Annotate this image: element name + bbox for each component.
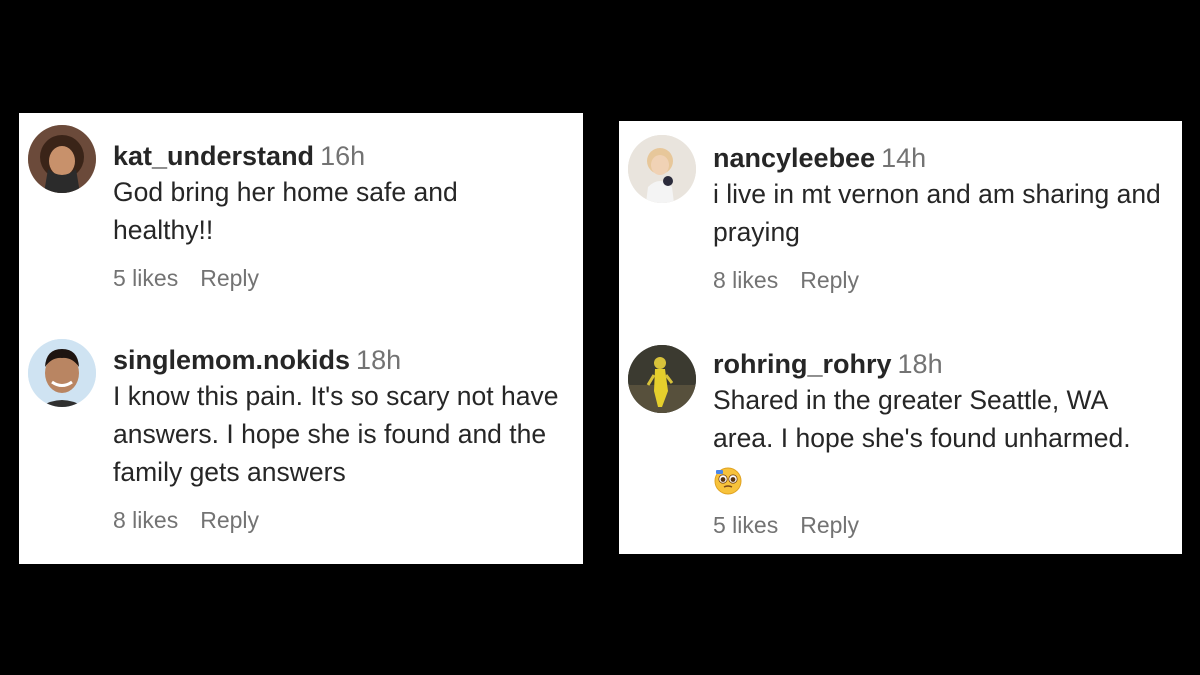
avatar-image-icon: [28, 339, 96, 407]
comment-username[interactable]: singlemom.nokids: [113, 345, 350, 375]
likes-count[interactable]: 8 likes: [113, 505, 178, 535]
comment-timestamp[interactable]: 18h: [356, 345, 401, 375]
likes-count[interactable]: 5 likes: [113, 263, 178, 293]
comment-timestamp[interactable]: 14h: [881, 143, 926, 173]
reply-button[interactable]: Reply: [200, 505, 259, 535]
comment-username[interactable]: nancyleebee: [713, 143, 875, 173]
pleading-face-emoji-icon: [714, 467, 742, 495]
comment-text: God bring her home safe and healthy!!: [113, 177, 458, 245]
reply-button[interactable]: Reply: [200, 263, 259, 293]
comments-panel-right: nancyleebee 14h i live in mt vernon and a…: [619, 121, 1182, 554]
comments-panel-left: kat_understand 16h God bring her home saf…: [19, 113, 583, 564]
comment-username[interactable]: kat_understand: [113, 141, 314, 171]
avatar[interactable]: [628, 135, 696, 203]
comment-text: i live in mt vernon and am sharing and p…: [713, 179, 1161, 247]
avatar[interactable]: [628, 345, 696, 413]
comment-text-content: Shared in the greater Seattle, WA area. …: [713, 385, 1131, 453]
comment-text: I know this pain. It's so scary not have…: [113, 381, 559, 487]
avatar-image-icon: [28, 125, 96, 193]
reply-button[interactable]: Reply: [800, 510, 859, 540]
comment-text: Shared in the greater Seattle, WA area. …: [713, 381, 1164, 496]
likes-count[interactable]: 5 likes: [713, 510, 778, 540]
reply-button[interactable]: Reply: [800, 265, 859, 295]
comment-timestamp[interactable]: 16h: [320, 141, 365, 171]
likes-count[interactable]: 8 likes: [713, 265, 778, 295]
comment-username[interactable]: rohring_rohry: [713, 349, 892, 379]
avatar[interactable]: [28, 339, 96, 407]
avatar[interactable]: [28, 125, 96, 193]
avatar-image-icon: [628, 135, 696, 203]
comment-timestamp[interactable]: 18h: [898, 349, 943, 379]
avatar-image-icon: [628, 345, 696, 413]
